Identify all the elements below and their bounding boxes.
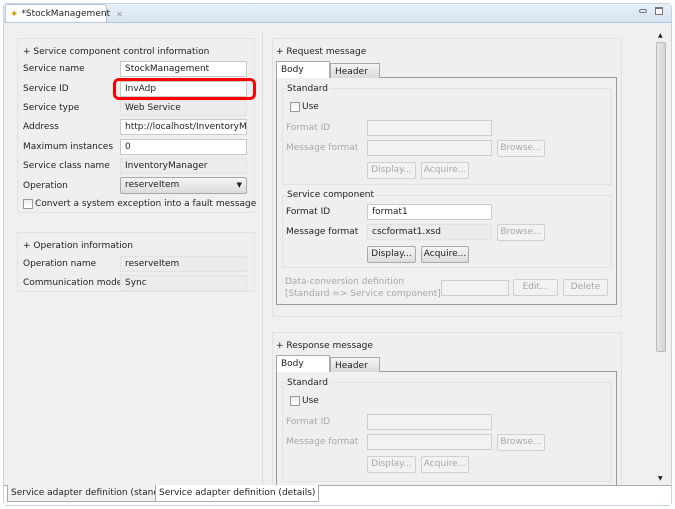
service-name-label: Service name xyxy=(23,64,85,74)
request-use-label: Use xyxy=(302,102,319,112)
conversion-edit-button[interactable]: Edit... xyxy=(513,279,558,296)
service-icon: ✦ xyxy=(10,8,19,20)
close-icon[interactable]: ✕ xyxy=(116,10,123,19)
request-std-format-id-label: Format ID xyxy=(286,123,331,133)
response-display-button[interactable]: Display... xyxy=(367,456,416,473)
response-format-id-input xyxy=(367,414,492,430)
conversion-delete-button[interactable]: Delete xyxy=(563,279,608,296)
response-browse-button[interactable]: Browse... xyxy=(497,434,545,451)
response-message-format-input xyxy=(367,434,492,450)
request-sc-message-format-value: cscformat1.xsd xyxy=(367,224,492,240)
service-name-input[interactable]: StockManagement xyxy=(120,61,247,77)
request-tab-header[interactable]: Header xyxy=(330,63,380,78)
request-sc-format-id-input[interactable]: format1 xyxy=(367,204,492,220)
max-instances-label: Maximum instances xyxy=(23,142,114,152)
scroll-thumb[interactable] xyxy=(656,42,666,352)
communication-model-value: Sync xyxy=(120,275,247,291)
conversion-input xyxy=(441,280,509,296)
class-name-label: Service class name xyxy=(23,161,110,171)
response-title: + Response message xyxy=(276,341,373,351)
operation-select-value: reserveItem xyxy=(125,180,180,190)
vertical-scrollbar[interactable]: ▲ ▼ xyxy=(655,30,667,485)
response-standard-title: Standard xyxy=(287,377,330,389)
operation-name-label: Operation name xyxy=(23,259,97,269)
scroll-up-icon[interactable]: ▲ xyxy=(658,32,663,39)
request-sc-acquire-button[interactable]: Acquire... xyxy=(421,246,469,263)
response-use-label: Use xyxy=(302,396,319,406)
request-std-browse-button[interactable]: Browse... xyxy=(497,140,545,157)
request-use-checkbox[interactable] xyxy=(290,102,300,112)
response-format-id-label: Format ID xyxy=(286,417,331,427)
request-std-acquire-button[interactable]: Acquire... xyxy=(421,162,469,179)
service-type-value: Web Service xyxy=(120,100,247,116)
request-standard-title: Standard xyxy=(287,83,330,95)
service-id-label: Service ID xyxy=(23,84,69,94)
request-std-message-format-input xyxy=(367,140,492,156)
response-acquire-button[interactable]: Acquire... xyxy=(421,456,469,473)
request-sc-browse-button[interactable]: Browse... xyxy=(497,224,545,241)
max-instances-input[interactable]: 0 xyxy=(120,139,247,155)
communication-model-label: Communication model xyxy=(23,278,125,288)
response-message-format-label: Message format xyxy=(286,437,359,447)
divider xyxy=(262,30,263,485)
request-std-display-button[interactable]: Display... xyxy=(367,162,416,179)
request-std-message-format-label: Message format xyxy=(286,143,359,153)
maximize-button[interactable] xyxy=(655,7,663,15)
request-sc-format-id-label: Format ID xyxy=(286,207,331,217)
class-name-value: InventoryManager xyxy=(120,158,247,174)
request-sc-title: Service component xyxy=(287,189,377,201)
operation-select[interactable]: reserveItem ▼ xyxy=(120,177,247,194)
request-sc-display-button[interactable]: Display... xyxy=(367,246,416,263)
convert-checkbox[interactable] xyxy=(23,199,33,209)
scroll-down-icon[interactable]: ▼ xyxy=(658,475,663,482)
request-sc-message-format-label: Message format xyxy=(286,227,359,237)
conversion-label-1: Data-conversion definition xyxy=(285,277,405,287)
tab-details[interactable]: Service adapter definition (details) xyxy=(155,485,320,502)
request-tab-body[interactable]: Body xyxy=(276,61,330,78)
response-tab-header[interactable]: Header xyxy=(330,357,380,372)
address-input[interactable]: http://localhost/InventoryMana xyxy=(120,119,247,135)
highlight-box xyxy=(113,78,256,100)
editor-tab[interactable]: ✦ *StockManagement ✕ xyxy=(5,4,123,23)
response-use-checkbox[interactable] xyxy=(290,396,300,406)
operation-label: Operation xyxy=(23,181,68,191)
service-type-label: Service type xyxy=(23,103,80,113)
operation-name-value: reserveItem xyxy=(120,256,247,272)
response-tab-body[interactable]: Body xyxy=(276,355,330,372)
convert-label: Convert a system exception into a fault … xyxy=(35,199,257,209)
operation-info-title: + Operation information xyxy=(23,241,133,251)
request-std-format-id-input xyxy=(367,120,492,136)
request-title: + Request message xyxy=(276,47,367,57)
address-label: Address xyxy=(23,122,59,132)
minimize-button[interactable] xyxy=(639,9,647,13)
editor-tab-title: *StockManagement xyxy=(21,9,111,19)
conversion-label-2: [Standard => Service component] xyxy=(285,289,441,299)
control-info-title: + Service component control information xyxy=(23,47,210,57)
chevron-down-icon: ▼ xyxy=(236,181,242,189)
